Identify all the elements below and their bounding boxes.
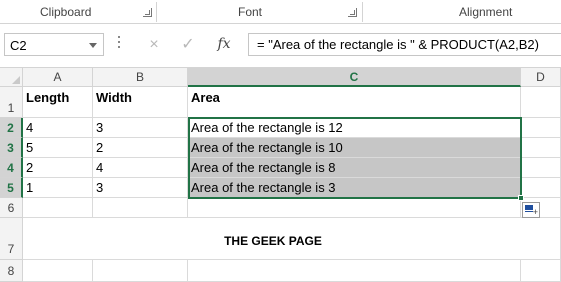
formula-bar-buttons: × ✓ fx	[130, 33, 245, 56]
row-header-8[interactable]: 8	[0, 260, 23, 282]
cell-b4[interactable]: 4	[93, 158, 188, 178]
column-header-d[interactable]: D	[521, 68, 561, 87]
cell-d8[interactable]	[521, 260, 561, 282]
ribbon-group-separator	[156, 2, 157, 22]
row-header-5[interactable]: 5	[0, 178, 23, 198]
ribbon-group-alignment-label: Alignment	[459, 5, 513, 19]
select-all-corner[interactable]	[0, 68, 23, 87]
cell-d5[interactable]	[521, 178, 561, 198]
column-header-a[interactable]: A	[23, 68, 93, 87]
row-header-3[interactable]: 3	[0, 138, 23, 158]
cell-a5[interactable]: 1	[23, 178, 93, 198]
cell-d3[interactable]	[521, 138, 561, 158]
font-launcher-icon[interactable]	[348, 8, 357, 17]
fill-handle[interactable]	[518, 195, 524, 201]
cell-b8[interactable]	[93, 260, 188, 282]
select-all-icon	[12, 76, 20, 84]
watermark-title: THE GEEK PAGE	[224, 234, 322, 248]
row-header-2[interactable]: 2	[0, 118, 23, 138]
ribbon-group-separator	[362, 2, 363, 22]
cell-b3[interactable]: 2	[93, 138, 188, 158]
cell-c5[interactable]: Area of the rectangle is 3	[188, 178, 521, 198]
cell-b6[interactable]	[93, 198, 188, 218]
formula-bar-area: C2 × ✓ fx = "Area of the rectangle is " …	[0, 24, 561, 68]
formula-bar-grip-icon[interactable]	[118, 36, 121, 52]
function-icon[interactable]: fx	[210, 33, 238, 56]
row-header-4[interactable]: 4	[0, 158, 23, 178]
row-header-6[interactable]: 6	[0, 198, 23, 218]
cell-d2[interactable]	[521, 118, 561, 138]
formula-text: = "Area of the rectangle is " & PRODUCT(…	[257, 37, 539, 52]
cell-a6[interactable]	[23, 198, 93, 218]
cancel-icon[interactable]: ×	[140, 33, 168, 56]
cell-a1[interactable]: Length	[23, 87, 93, 118]
enter-icon[interactable]: ✓	[174, 33, 202, 56]
row-header-1[interactable]: 1	[0, 87, 23, 118]
dropdown-icon[interactable]	[89, 43, 97, 48]
column-header-b[interactable]: B	[93, 68, 188, 87]
cell-a2[interactable]: 4	[23, 118, 93, 138]
spreadsheet-grid: A B C D 1 2 3 4 5 6 7 8 Length Width Are…	[0, 68, 561, 282]
cell-d1[interactable]	[521, 87, 561, 118]
plus-icon: +	[532, 207, 538, 217]
cell-b2[interactable]: 3	[93, 118, 188, 138]
cell-c1[interactable]: Area	[188, 87, 521, 118]
ribbon-group-clipboard-label: Clipboard	[40, 5, 92, 19]
cell-a8[interactable]	[23, 260, 93, 282]
cell-c3[interactable]: Area of the rectangle is 10	[188, 138, 521, 158]
cell-c8[interactable]	[188, 260, 521, 282]
cell-b5[interactable]: 3	[93, 178, 188, 198]
cell-c6[interactable]	[188, 198, 521, 218]
cell-b1[interactable]: Width	[93, 87, 188, 118]
ribbon-group-strip: Clipboard Font Alignment	[0, 0, 561, 24]
name-box[interactable]: C2	[4, 33, 104, 56]
formula-input[interactable]: = "Area of the rectangle is " & PRODUCT(…	[248, 33, 561, 56]
ribbon-group-font-label: Font	[238, 5, 263, 19]
clipboard-launcher-icon[interactable]	[143, 8, 152, 17]
column-header-c[interactable]: C	[188, 68, 521, 87]
name-box-value: C2	[10, 38, 27, 53]
cell-a4[interactable]: 2	[23, 158, 93, 178]
cell-d4[interactable]	[521, 158, 561, 178]
cell-a3[interactable]: 5	[23, 138, 93, 158]
quick-analysis-icon[interactable]: +	[522, 202, 540, 218]
row-header-7[interactable]: 7	[0, 218, 23, 260]
cell-c2[interactable]: Area of the rectangle is 12	[188, 118, 521, 138]
cell-c4[interactable]: Area of the rectangle is 8	[188, 158, 521, 178]
